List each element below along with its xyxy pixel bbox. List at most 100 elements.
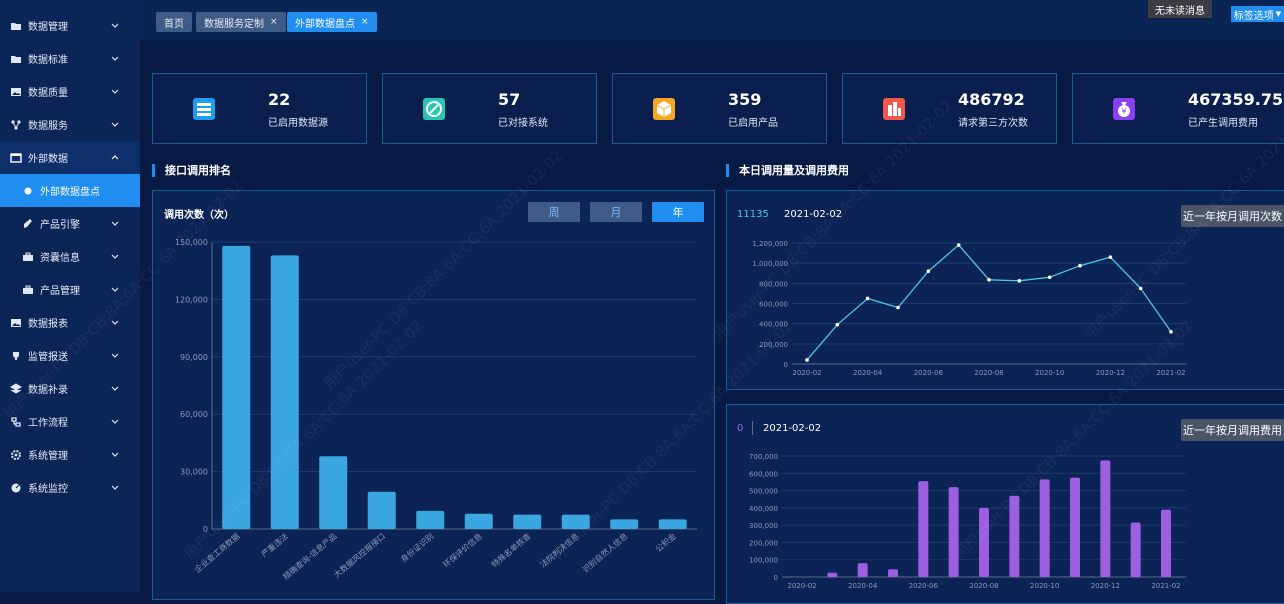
calls-date: 2021-02-02 (784, 209, 843, 220)
sidebar-item-regulatory-report[interactable]: 监管报送 (0, 339, 140, 372)
bar (827, 572, 838, 577)
sidebar-item-label: 数据标准 (28, 55, 68, 66)
flow-icon (10, 416, 22, 428)
x-tick-label: 2020-06 (914, 369, 944, 377)
bar (1039, 479, 1050, 577)
sidebar-item-data-management[interactable]: 数据管理 (0, 9, 140, 42)
sidebar-item-data-supplement[interactable]: 数据补录 (0, 372, 140, 405)
fees-count: 0 (737, 423, 744, 434)
sidebar-item-asset-info[interactable]: 资囊信息 (0, 240, 140, 273)
x-tick-label: 身份证识别 (398, 531, 435, 564)
sidebar-item-data-service[interactable]: 数据服务 (0, 108, 140, 141)
rocket-icon (22, 218, 34, 230)
sidebar-item-label: 外部数据盘点 (40, 187, 100, 198)
y-tick-label: 0 (774, 574, 778, 582)
sidebar-item-external-data-inventory[interactable]: 外部数据盘点 (0, 174, 140, 207)
sidebar-item-system-monitor[interactable]: 系统监控 (0, 471, 140, 504)
data-point (835, 322, 840, 327)
sidebar-item-data-report[interactable]: 数据报表 (0, 306, 140, 339)
sidebar-item-product-management[interactable]: 产品管理 (0, 273, 140, 306)
divider (752, 421, 753, 435)
sidebar-item-product-engine[interactable]: 产品引擎 (0, 207, 140, 240)
stat-value: 22 (268, 90, 291, 109)
chevron-down-icon (110, 251, 120, 261)
window-icon (10, 152, 22, 164)
tag-options-button[interactable]: 标签选项 ▼ (1231, 6, 1284, 22)
data-point (896, 305, 900, 310)
y-tick-label: 400,000 (759, 321, 788, 329)
tab-label: 外部数据盘点 (295, 18, 355, 30)
bar (416, 510, 445, 529)
x-tick-label: 2020-04 (853, 369, 883, 377)
y-tick-label: 0 (203, 525, 208, 534)
sidebar-item-data-standard[interactable]: 数据标准 (0, 42, 140, 75)
y-tick-label: 800,000 (759, 280, 788, 288)
network-icon (10, 119, 22, 131)
chevron-down-icon (110, 482, 120, 492)
data-point (987, 278, 991, 282)
data-point (1078, 263, 1082, 268)
data-point (1047, 275, 1052, 280)
yearly-fees-button[interactable]: 近一年按月调用费用 (1181, 419, 1284, 441)
sidebar-item-label: 系统监控 (28, 484, 68, 495)
bar (222, 245, 251, 529)
y-tick-label: 1,200,000 (752, 240, 788, 248)
y-tick-label: 200,000 (759, 341, 788, 349)
y-tick-label: 100,000 (749, 557, 778, 565)
x-tick-label: 企业查工商数据 (192, 531, 241, 575)
folder-icon (10, 20, 22, 32)
bar (1130, 522, 1141, 577)
bar (1070, 477, 1080, 577)
chevron-down-icon (110, 416, 120, 426)
yearly-calls-button[interactable]: 近一年按月调用次数 (1181, 205, 1284, 227)
unread-messages[interactable]: 无未读消息 (1148, 0, 1212, 18)
data-point (1138, 286, 1143, 291)
link-icon (423, 98, 445, 120)
y-tick-label: 600,000 (759, 301, 788, 309)
x-tick-label: 2020-10 (1035, 369, 1064, 377)
stat-value: 359 (728, 90, 762, 109)
fees-date: 2021-02-02 (763, 423, 822, 434)
x-tick-label: 2020-10 (1030, 582, 1059, 590)
briefcase-icon (22, 284, 34, 296)
svg-text:¥: ¥ (1121, 107, 1126, 116)
bar (1009, 495, 1020, 577)
gear-icon (10, 449, 22, 461)
sidebar-item-workflow[interactable]: 工作流程 (0, 405, 140, 438)
top-bar: 首页 数据服务定制 × 外部数据盘点 × (140, 0, 1284, 40)
stat-label: 已产生调用费用 (1188, 118, 1258, 129)
sidebar-item-label: 系统管理 (28, 451, 68, 462)
x-tick-label: 公积金 (653, 531, 678, 554)
sidebar-item-label: 数据服务 (28, 121, 68, 132)
close-icon[interactable]: × (361, 17, 369, 27)
x-tick-label: 大数据风控报接口 (332, 531, 387, 580)
tab-external-data-inventory[interactable]: 外部数据盘点 × (287, 12, 377, 32)
period-year-button[interactable]: 年 (652, 202, 704, 222)
y-tick-label: 90,000 (180, 353, 208, 362)
tab-home[interactable]: 首页 (156, 12, 192, 32)
trophy-icon (10, 350, 22, 362)
chevron-down-icon (110, 449, 120, 459)
stat-card: 22 已启用数据源 (152, 73, 367, 144)
chevron-up-icon (110, 152, 120, 162)
sidebar-item-data-quality[interactable]: 数据质量 (0, 75, 140, 108)
stat-label: 已启用数据源 (268, 118, 328, 129)
tag-options-label: 标签选项 (1233, 10, 1274, 22)
period-month-button[interactable]: 月 (590, 202, 642, 222)
data-point (926, 269, 931, 274)
period-week-button[interactable]: 周 (528, 202, 580, 222)
close-icon[interactable]: × (270, 17, 278, 27)
monitor-icon (10, 482, 22, 494)
x-tick-label: 2020-04 (848, 582, 878, 590)
tab-data-service-custom[interactable]: 数据服务定制 × (196, 12, 286, 32)
sidebar-item-system-management[interactable]: 系统管理 (0, 438, 140, 471)
chevron-down-icon (110, 119, 120, 129)
sidebar-item-external-data[interactable]: 外部数据 (0, 141, 140, 174)
x-tick-label: 2021-02 (1151, 582, 1180, 590)
sidebar-item-label: 外部数据 (28, 154, 68, 165)
stat-card: 486792 请求第三方次数 (842, 73, 1057, 144)
ranking-bar-chart: 0 30,000 60,000 90,000 120,000 150,000 企业查工商数据… (175, 238, 697, 582)
stat-value: 467359.75 (1188, 90, 1284, 109)
x-tick-label: 特殊名单核查 (489, 531, 532, 570)
y-tick-label: 0 (784, 361, 788, 369)
